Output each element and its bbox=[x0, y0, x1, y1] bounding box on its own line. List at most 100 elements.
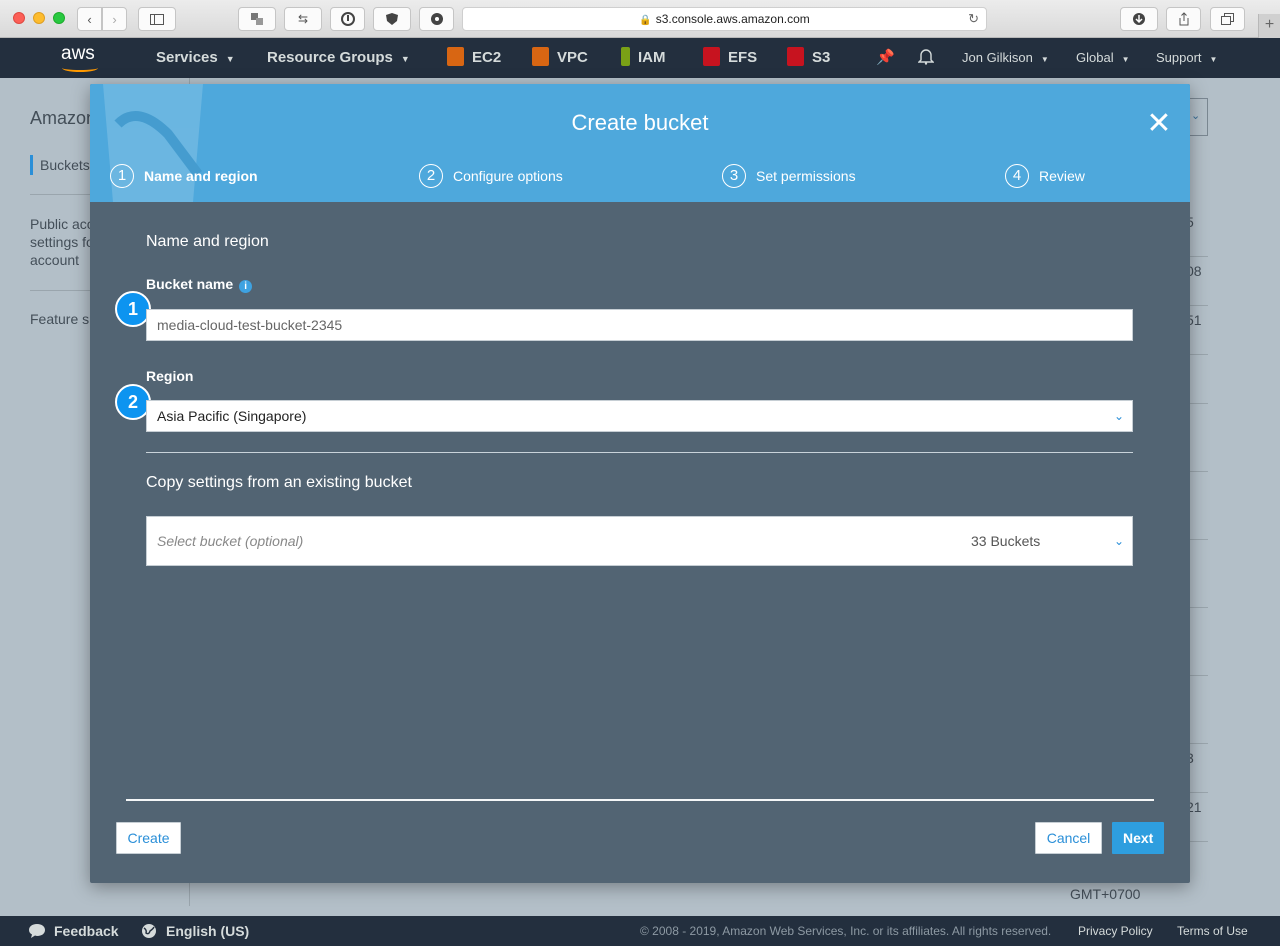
globe-icon bbox=[142, 924, 156, 938]
share-button[interactable] bbox=[1166, 7, 1201, 31]
user-menu[interactable]: Jon Gilkison ▼ bbox=[962, 38, 1049, 78]
feedback-label: Feedback bbox=[54, 923, 119, 939]
bg-buckets-link[interactable]: Buckets bbox=[40, 157, 90, 173]
footer-divider bbox=[126, 799, 1154, 801]
extension-button-5[interactable] bbox=[419, 7, 454, 31]
create-bucket-dialog: Create bucket ✕ 1 Name and region 2 Conf… bbox=[90, 84, 1190, 883]
bucket-name-input[interactable]: media-cloud-test-bucket-2345 bbox=[146, 309, 1133, 341]
close-icon[interactable]: ✕ bbox=[1145, 109, 1173, 139]
tabs-overview-button[interactable] bbox=[1210, 7, 1245, 31]
shortcut-iam-label: IAM bbox=[638, 49, 666, 66]
iam-key-icon bbox=[621, 47, 630, 66]
sidebar-toggle-button[interactable] bbox=[138, 7, 176, 31]
info-icon[interactable]: i bbox=[239, 280, 253, 293]
privacy-policy-link[interactable]: Privacy Policy bbox=[1078, 916, 1153, 946]
bg-row-divider bbox=[1190, 743, 1208, 744]
next-button[interactable]: Next bbox=[1112, 822, 1164, 854]
bg-timezone: GMT+0700 bbox=[1070, 886, 1141, 902]
vpc-icon bbox=[532, 47, 549, 66]
bg-active-indicator bbox=[30, 155, 33, 175]
user-name: Jon Gilkison bbox=[962, 50, 1033, 65]
extension-button-1[interactable] bbox=[238, 7, 276, 31]
bg-row-divider bbox=[1190, 539, 1208, 540]
address-bar[interactable]: 🔒 s3.console.aws.amazon.com ↻ bbox=[462, 7, 987, 31]
shortcut-efs[interactable]: EFS bbox=[703, 38, 757, 78]
jira-icon bbox=[430, 13, 443, 25]
bg-row-divider bbox=[1190, 841, 1208, 842]
terms-of-use-link[interactable]: Terms of Use bbox=[1177, 916, 1248, 946]
region-label: Global bbox=[1076, 50, 1114, 65]
step-label: Name and region bbox=[144, 168, 258, 184]
region-select-value: Asia Pacific (Singapore) bbox=[157, 408, 307, 424]
services-menu[interactable]: Services ▼ bbox=[156, 38, 235, 78]
shortcut-ec2[interactable]: EC2 bbox=[447, 38, 501, 78]
url-text: s3.console.aws.amazon.com bbox=[655, 12, 810, 26]
step-set-permissions[interactable]: 3 Set permissions bbox=[722, 164, 856, 188]
forward-button[interactable]: › bbox=[102, 7, 127, 31]
bg-row-divider bbox=[1190, 607, 1208, 608]
back-button[interactable]: ‹ bbox=[77, 7, 102, 31]
lock-icon: 🔒 bbox=[639, 15, 652, 26]
bg-row-divider bbox=[1190, 403, 1208, 404]
chevron-down-icon: ⌄ bbox=[1113, 534, 1124, 548]
minimize-window-button[interactable] bbox=[33, 12, 45, 24]
language-label: English (US) bbox=[166, 923, 250, 939]
console-footer: Feedback English (US) © 2008 - 2019, Ama… bbox=[0, 916, 1280, 946]
resource-groups-menu[interactable]: Resource Groups ▼ bbox=[267, 38, 410, 78]
aws-logo[interactable]: aws bbox=[60, 42, 102, 74]
support-menu[interactable]: Support ▼ bbox=[1156, 38, 1217, 78]
password-icon bbox=[340, 12, 355, 26]
extension-button-2[interactable]: ⇆ bbox=[284, 7, 322, 31]
bg-row-divider bbox=[1190, 792, 1208, 793]
region-menu[interactable]: Global ▼ bbox=[1076, 38, 1130, 78]
step-configure-options[interactable]: 2 Configure options bbox=[419, 164, 563, 188]
step-number: 4 bbox=[1005, 164, 1029, 188]
chevron-down-icon: ⌄ bbox=[1113, 409, 1124, 423]
bucket-count: 33 Buckets bbox=[971, 533, 1041, 549]
tabs-icon bbox=[1220, 12, 1234, 25]
cancel-button[interactable]: Cancel bbox=[1035, 822, 1102, 854]
shortcut-efs-label: EFS bbox=[728, 49, 758, 66]
step-review[interactable]: 4 Review bbox=[1005, 164, 1085, 188]
chevron-down-icon: ▼ bbox=[225, 54, 235, 64]
bucket-name-label: Bucket name i bbox=[146, 276, 253, 293]
shortcut-vpc-label: VPC bbox=[557, 49, 588, 66]
new-tab-button[interactable]: + bbox=[1258, 14, 1280, 38]
extension-button-3[interactable] bbox=[330, 7, 365, 31]
bg-row-divider bbox=[1190, 471, 1208, 472]
language-selector[interactable]: English (US) bbox=[141, 916, 249, 946]
extension-button-4[interactable] bbox=[373, 7, 411, 31]
chevron-down-icon: ▼ bbox=[1209, 55, 1218, 64]
efs-icon bbox=[703, 47, 720, 66]
step-name-and-region[interactable]: 1 Name and region bbox=[110, 164, 258, 188]
notifications-bell[interactable] bbox=[917, 38, 935, 78]
reload-icon[interactable]: ↻ bbox=[968, 8, 979, 30]
copyright-text: © 2008 - 2019, Amazon Web Services, Inc.… bbox=[640, 924, 1052, 938]
s3-bucket-icon bbox=[787, 47, 804, 66]
bell-icon bbox=[917, 49, 935, 65]
feedback-link[interactable]: Feedback bbox=[28, 916, 119, 946]
zoom-window-button[interactable] bbox=[53, 12, 65, 24]
region-label: Region bbox=[146, 368, 194, 384]
section-divider bbox=[146, 452, 1133, 453]
region-select[interactable]: Asia Pacific (Singapore) ⌄ bbox=[146, 400, 1133, 432]
shortcut-s3[interactable]: S3 bbox=[787, 38, 830, 78]
copy-settings-select[interactable]: Select bucket (optional) 33 Buckets ⌄ bbox=[146, 516, 1133, 566]
step-number: 3 bbox=[722, 164, 746, 188]
close-window-button[interactable] bbox=[13, 12, 25, 24]
shortcut-ec2-label: EC2 bbox=[472, 49, 502, 66]
chevron-down-icon: ▼ bbox=[1121, 55, 1130, 64]
bg-public-access-3[interactable]: account bbox=[30, 252, 79, 268]
shortcut-vpc[interactable]: VPC bbox=[532, 38, 588, 78]
create-button[interactable]: Create bbox=[116, 822, 181, 854]
pin-icon[interactable]: 📌 bbox=[876, 38, 895, 78]
bg-row-divider bbox=[1190, 354, 1208, 355]
shortcut-iam[interactable]: IAM bbox=[621, 38, 666, 78]
copy-settings-title: Copy settings from an existing bucket bbox=[146, 474, 412, 491]
puzzle-icon bbox=[251, 13, 263, 25]
downloads-button[interactable] bbox=[1120, 7, 1158, 31]
chevron-down-icon: ▼ bbox=[400, 54, 410, 64]
chevron-right-icon: › bbox=[112, 11, 117, 27]
copy-settings-placeholder: Select bucket (optional) bbox=[157, 533, 304, 549]
resource-groups-label: Resource Groups bbox=[267, 49, 393, 66]
